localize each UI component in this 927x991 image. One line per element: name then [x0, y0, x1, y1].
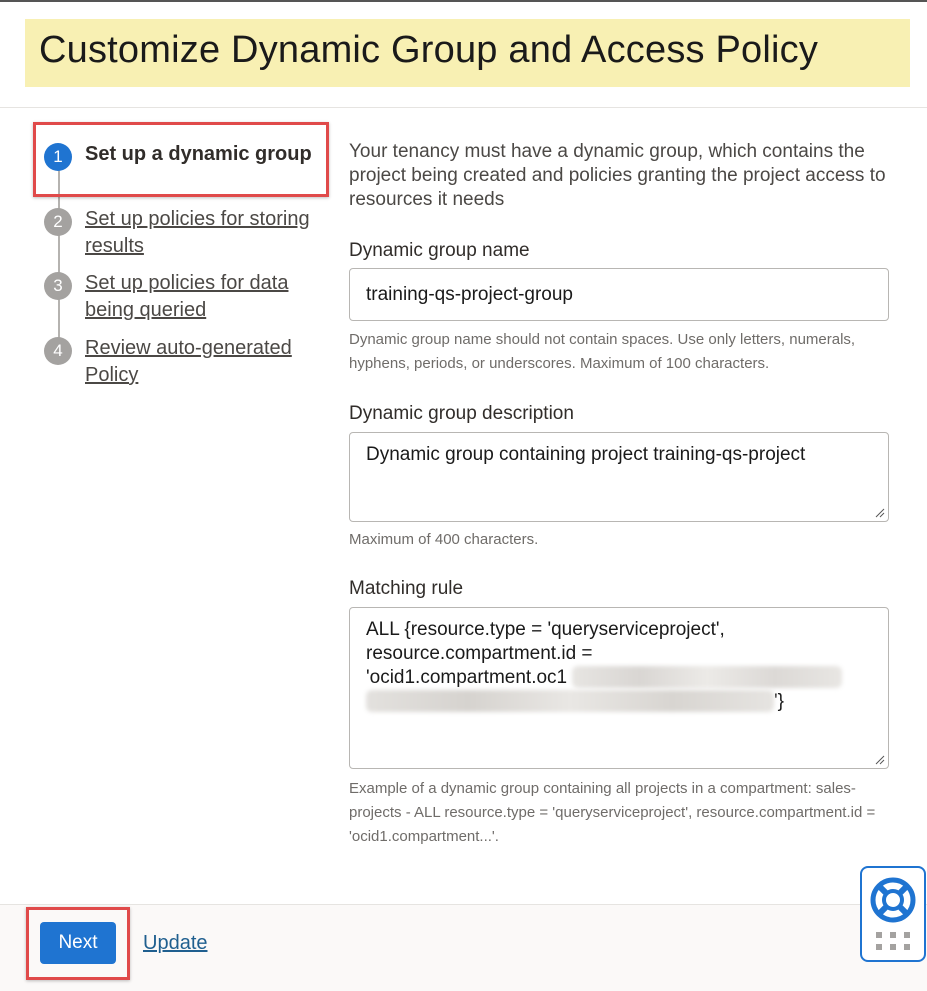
redacted-ocid-part-2: [366, 690, 774, 712]
form-intro: Your tenancy must have a dynamic group, …: [349, 141, 886, 210]
group-name-help: Dynamic group name should not contain sp…: [349, 331, 856, 372]
matching-rule-line-2: resource.compartment.id =: [366, 643, 593, 664]
group-name-value: training-qs-project-group: [366, 283, 573, 305]
redacted-ocid-part-1: [572, 666, 843, 688]
group-name-label: Dynamic group name: [349, 240, 530, 261]
callout-box-next: [26, 907, 130, 980]
group-description-label: Dynamic group description: [349, 403, 574, 424]
matching-rule-closing: '}: [774, 691, 784, 712]
matching-rule-textarea[interactable]: ALL {resource.type = 'queryserviceprojec…: [349, 607, 889, 769]
page-title: Customize Dynamic Group and Access Polic…: [39, 29, 819, 71]
step-4-label[interactable]: Review auto-generated Policy: [85, 335, 315, 389]
resize-handle-icon[interactable]: [875, 508, 885, 518]
step-2-label[interactable]: Set up policies for storing results: [85, 206, 315, 260]
group-name-input[interactable]: training-qs-project-group: [349, 268, 889, 321]
step-3-label[interactable]: Set up policies for data being queried: [85, 270, 315, 324]
title-highlight: Customize Dynamic Group and Access Polic…: [25, 19, 910, 87]
page-header: Customize Dynamic Group and Access Polic…: [0, 2, 927, 108]
help-widget[interactable]: [860, 866, 926, 962]
matching-rule-help: Example of a dynamic group containing al…: [349, 780, 876, 845]
step-3-number: 3: [44, 272, 72, 300]
footer-bar: [0, 904, 927, 991]
resize-handle-icon[interactable]: [875, 755, 885, 765]
matching-rule-line-4: '}: [366, 690, 872, 714]
group-description-value: Dynamic group containing project trainin…: [366, 444, 806, 465]
matching-rule-line-3: 'ocid1.compartment.oc1: [366, 666, 872, 690]
step-4-number: 4: [44, 337, 72, 365]
matching-rule-label: Matching rule: [349, 578, 464, 599]
lifebuoy-icon[interactable]: [862, 868, 927, 964]
matching-rule-line-1: ALL {resource.type = 'queryserviceprojec…: [366, 619, 725, 640]
step-2-number: 2: [44, 208, 72, 236]
matching-rule-ocid-prefix: 'ocid1.compartment.oc1: [366, 667, 568, 688]
update-link[interactable]: Update: [143, 932, 208, 955]
callout-box-step-1: [33, 122, 329, 197]
group-description-textarea[interactable]: Dynamic group containing project trainin…: [349, 432, 889, 522]
grid-dots-icon: [876, 932, 910, 950]
group-description-help: Maximum of 400 characters.: [349, 531, 539, 548]
